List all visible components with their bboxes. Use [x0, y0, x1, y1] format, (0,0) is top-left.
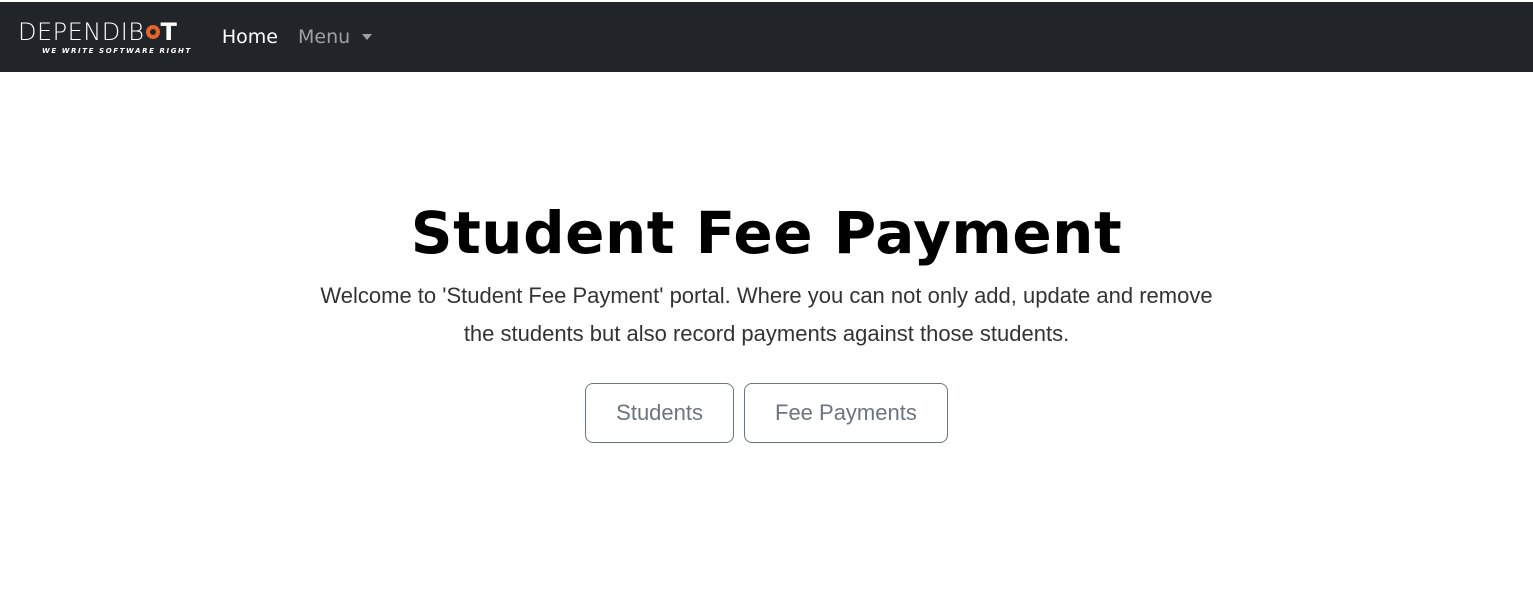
brand-logo[interactable]: DEPENDIB T WE WRITE SOFTWARE RIGHT	[18, 19, 192, 55]
navbar: DEPENDIB T WE WRITE SOFTWARE RIGHT Home …	[0, 2, 1533, 72]
nav-home-link[interactable]: Home	[222, 26, 278, 48]
brand-wordmark-suffix: T	[160, 18, 178, 46]
brand-tagline: WE WRITE SOFTWARE RIGHT	[42, 47, 192, 55]
caret-down-icon	[362, 34, 373, 40]
fee-payments-button[interactable]: Fee Payments	[744, 382, 948, 443]
brand-wordmark: DEPENDIB T	[18, 19, 192, 45]
hero-button-row: Students Fee Payments	[0, 382, 1533, 443]
hero-lead-text: Welcome to 'Student Fee Payment' portal.…	[320, 282, 1213, 346]
nav-menu-dropdown[interactable]: Menu	[297, 26, 373, 48]
brand-wordmark-text: DEPENDIB	[18, 18, 145, 46]
page-title: Student Fee Payment	[410, 199, 1123, 267]
students-button[interactable]: Students	[585, 382, 734, 443]
nav-menu-label: Menu	[297, 26, 351, 48]
hero-section: Student Fee Payment Welcome to 'Student …	[0, 72, 1533, 443]
brand-o-ring-icon	[145, 25, 160, 39]
